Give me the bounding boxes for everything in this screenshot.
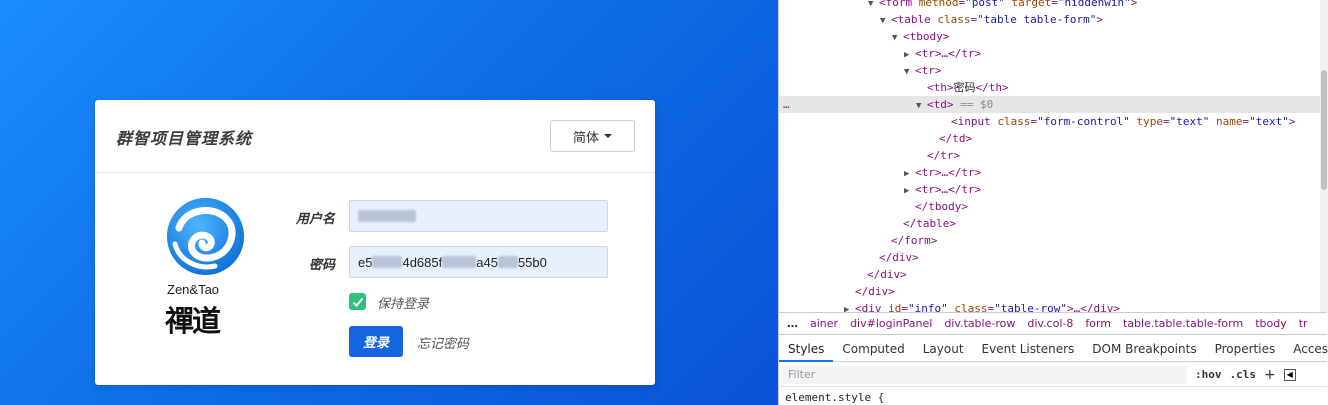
styles-tabs: Styles Computed Layout Event Listeners DOM B… <box>779 336 1328 362</box>
filter-row: Filter :hov .cls + ◀ <box>779 363 1327 387</box>
dom-node[interactable]: </form> <box>779 232 1327 249</box>
expand-arrow-icon[interactable]: ▶ <box>844 302 855 312</box>
dom-node[interactable]: ▶ <div id="info" class="table-row">…</div… <box>779 300 1327 312</box>
redacted-segment <box>442 256 477 268</box>
remember-checkbox[interactable] <box>349 293 366 310</box>
tab-layout[interactable]: Layout <box>914 336 973 362</box>
logo: Zen&Tao 禪道 <box>165 198 260 338</box>
dom-node[interactable]: <input class="form-control" type="text" … <box>779 113 1327 130</box>
dom-scrollbar[interactable] <box>1320 0 1328 312</box>
breadcrumb-item[interactable]: div.table-row <box>938 317 1021 330</box>
breadcrumb-item[interactable]: ainer <box>804 317 844 330</box>
login-button[interactable]: 登录 <box>349 326 403 357</box>
dom-scroll-thumb[interactable] <box>1321 70 1327 190</box>
breadcrumb-item[interactable]: tbody <box>1249 317 1293 330</box>
forgot-password-link[interactable]: 忘记密码 <box>417 333 469 352</box>
password-segment: 55b0 <box>517 254 547 270</box>
language-label: 简体 <box>572 130 599 146</box>
tab-properties[interactable]: Properties <box>1206 336 1285 362</box>
dom-node[interactable]: ▶ <tr>…</tr> <box>779 181 1327 198</box>
check-icon <box>352 297 363 307</box>
element-style-rule: element.style { <box>785 391 885 404</box>
breadcrumb-item[interactable]: form <box>1079 317 1117 330</box>
tab-styles[interactable]: Styles <box>779 336 834 362</box>
cls-toggle[interactable]: .cls <box>1230 368 1257 381</box>
dom-node[interactable]: </div> <box>779 266 1327 283</box>
dom-node[interactable]: ▼ <form method="post" target="hiddenwin"> <box>779 0 1327 11</box>
password-input[interactable]: e5 4d685f a45 55b0 <box>349 246 608 278</box>
logo-text-cn: 禪道 <box>165 304 221 338</box>
dom-tree[interactable]: ▼ <form method="post" target="hiddenwin">… <box>779 0 1327 312</box>
breadcrumb-item[interactable]: tr <box>1293 317 1314 330</box>
dom-node[interactable]: ▼ <table class="table table-form"> <box>779 11 1327 28</box>
dom-node[interactable]: ▶ <tr>…</tr> <box>779 45 1327 62</box>
dom-node[interactable]: … ▼ <td> == $0 <box>779 96 1327 113</box>
dom-node[interactable]: </tr> <box>779 147 1327 164</box>
dom-node[interactable]: </div> <box>779 283 1327 300</box>
dom-node[interactable]: ▼ <tr> <box>779 62 1327 79</box>
sidebar-toggle-icon[interactable]: ◀ <box>1283 368 1296 381</box>
dom-node-menu-icon[interactable]: … <box>783 96 790 113</box>
dom-node[interactable]: <th>密码</th> <box>779 79 1327 96</box>
dom-node[interactable]: </tbody> <box>779 198 1327 215</box>
password-segment: a45 <box>476 254 498 270</box>
breadcrumb-item[interactable]: table.table.table-form <box>1117 317 1249 330</box>
breadcrumb-more[interactable]: … <box>779 317 804 330</box>
caret-down-icon <box>604 134 612 138</box>
dom-node[interactable]: </div> <box>779 249 1327 266</box>
logo-text-en: Zen&Tao <box>167 282 220 297</box>
tab-computed[interactable]: Computed <box>833 336 913 362</box>
tab-event-listeners[interactable]: Event Listeners <box>973 336 1084 362</box>
dom-node[interactable]: </table> <box>779 215 1327 232</box>
login-panel-header: 群智项目管理系统 简体 <box>95 100 655 173</box>
tab-dom-breakpoints[interactable]: DOM Breakpoints <box>1083 336 1205 362</box>
tab-accessibility[interactable]: Accessibility <box>1284 336 1328 362</box>
password-segment: e5 <box>358 254 373 270</box>
logo-swirl-icon <box>167 198 244 275</box>
password-segment: 4d685f <box>402 254 443 270</box>
breadcrumb: … ainer div#loginPanel div.table-row div.co… <box>779 312 1327 335</box>
username-label: 用户名 <box>295 212 335 227</box>
login-background: 群智项目管理系统 简体 Zen&Tao 禪道 用户名 密码 e5 4d685f … <box>0 0 778 405</box>
username-input[interactable] <box>349 200 608 232</box>
redacted-segment <box>372 256 403 268</box>
dom-node[interactable]: ▼ <tbody> <box>779 28 1327 45</box>
devtools-panel: ▼ <form method="post" target="hiddenwin">… <box>778 0 1328 405</box>
redacted-segment <box>497 256 518 268</box>
styles-filter-input[interactable]: Filter <box>783 365 1187 384</box>
breadcrumb-item[interactable]: div#loginPanel <box>844 317 938 330</box>
redacted-username <box>358 210 416 222</box>
login-panel: 群智项目管理系统 简体 Zen&Tao 禪道 用户名 密码 e5 4d685f … <box>95 100 655 385</box>
language-select-button[interactable]: 简体 <box>550 120 635 152</box>
password-label: 密码 <box>308 258 335 273</box>
remember-label[interactable]: 保持登录 <box>377 293 429 312</box>
dom-node[interactable]: ▶ <tr>…</tr> <box>779 164 1327 181</box>
new-style-rule-button[interactable]: + <box>1264 367 1276 383</box>
dom-node[interactable]: </td> <box>779 130 1327 147</box>
breadcrumb-item[interactable]: div.col-8 <box>1021 317 1079 330</box>
hov-toggle[interactable]: :hov <box>1195 368 1222 381</box>
page-title: 群智项目管理系统 <box>116 129 253 148</box>
